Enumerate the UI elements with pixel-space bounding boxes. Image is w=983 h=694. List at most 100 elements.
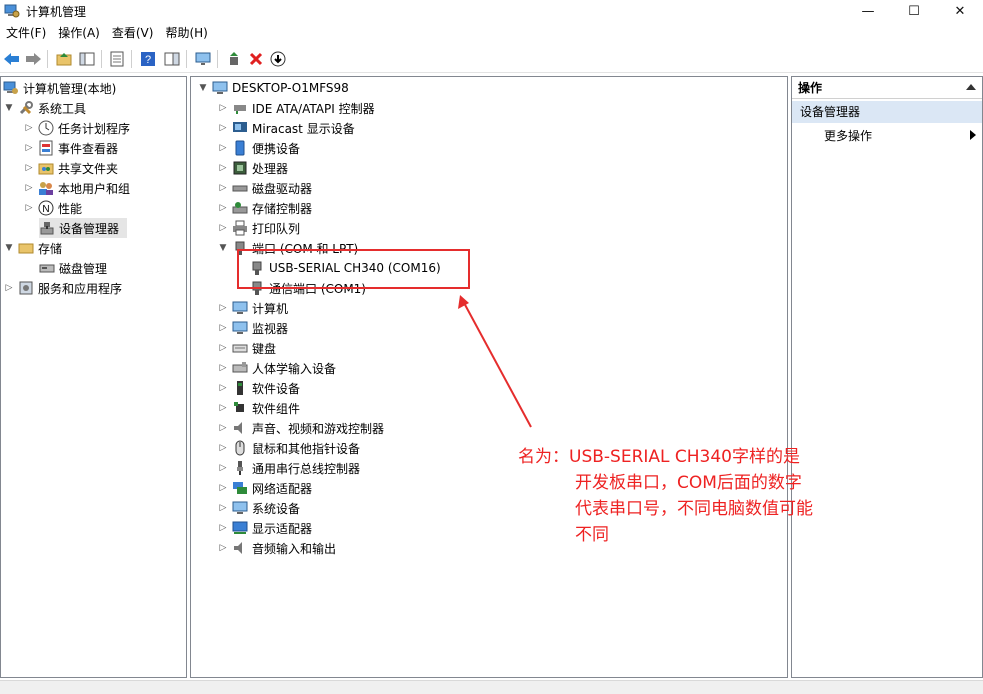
chevron-right-icon[interactable]: ▷ [217, 542, 229, 554]
svg-text:N: N [42, 204, 49, 215]
chevron-right-icon[interactable]: ▷ [217, 122, 229, 134]
usb-icon [237, 461, 243, 475]
device-category[interactable]: ▷ 网络适配器 [217, 478, 312, 498]
device-category-label: 便携设备 [252, 141, 301, 156]
chevron-right-icon[interactable]: ▷ [217, 462, 229, 474]
chevron-right-icon[interactable]: ▷ [217, 142, 229, 154]
device-category[interactable]: ▷ 人体学输入设备 [217, 358, 336, 378]
chevron-right-icon[interactable]: ▷ [217, 182, 229, 194]
device-category[interactable]: ▷ 声音、视频和游戏控制器 [217, 418, 384, 438]
tree-item-services-apps[interactable]: ▷ 服务和应用程序 [3, 278, 122, 298]
chevron-right-icon[interactable]: ▷ [23, 182, 35, 194]
device-category[interactable]: ▷ 鼠标和其他指针设备 [217, 438, 360, 458]
chevron-right-icon[interactable]: ▷ [217, 522, 229, 534]
up-folder-button[interactable] [54, 49, 74, 69]
device-category[interactable]: ▷ 处理器 [217, 158, 288, 178]
chevron-right-icon[interactable]: ▷ [23, 142, 35, 154]
chevron-right-icon[interactable]: ▷ [217, 442, 229, 454]
chevron-right-icon[interactable]: ▷ [217, 162, 229, 174]
software-device-icon [237, 381, 243, 395]
device-category-label: 显示适配器 [252, 521, 313, 536]
chevron-down-icon[interactable]: ▼ [3, 242, 15, 254]
device-category-label: 打印队列 [252, 221, 301, 236]
maximize-button[interactable]: ☐ [891, 0, 937, 22]
chevron-down-icon[interactable]: ▼ [197, 82, 209, 94]
chevron-down-icon[interactable]: ▼ [3, 102, 15, 114]
chevron-right-icon[interactable]: ▷ [23, 202, 35, 214]
tree-item-disk-management[interactable]: 磁盘管理 [39, 258, 107, 278]
scan-hardware-button[interactable] [193, 49, 213, 69]
disable-device-button[interactable] [268, 49, 288, 69]
collapse-up-icon[interactable] [966, 84, 976, 90]
device-category[interactable]: ▷ 便携设备 [217, 138, 300, 158]
tree-item-task-scheduler[interactable]: ▷ 任务计划程序 [23, 118, 130, 138]
device-category[interactable]: ▷ 显示适配器 [217, 518, 312, 538]
tree-item-performance[interactable]: ▷ N 性能 [23, 198, 82, 218]
device-category[interactable]: ▷ 磁盘驱动器 [217, 178, 312, 198]
uninstall-device-button[interactable] [246, 49, 266, 69]
help-button[interactable]: ? [138, 49, 158, 69]
chevron-right-icon[interactable]: ▷ [217, 302, 229, 314]
device-tree-root[interactable]: ▼ DESKTOP-O1MFS98 [197, 78, 349, 98]
chevron-right-icon[interactable]: ▷ [217, 362, 229, 374]
update-driver-button[interactable] [224, 49, 244, 69]
device-category[interactable]: ▷ 监视器 [217, 318, 288, 338]
tree-item-local-users-groups[interactable]: ▷ 本地用户和组 [23, 178, 130, 198]
show-hide-tree-button[interactable] [77, 49, 97, 69]
back-button[interactable] [2, 49, 22, 69]
tree-item-event-viewer[interactable]: ▷ 事件查看器 [23, 138, 118, 158]
device-category[interactable]: ▷ 系统设备 [217, 498, 300, 518]
tree-label: 系统工具 [38, 101, 87, 116]
device-category[interactable]: ▷ 存储控制器 [217, 198, 312, 218]
menu-help[interactable]: 帮助(H) [159, 22, 213, 45]
console-tree-icon [79, 52, 95, 66]
tree-root-computer-management[interactable]: 计算机管理(本地) [3, 78, 116, 98]
chevron-right-icon[interactable]: ▷ [217, 322, 229, 334]
close-button[interactable]: ✕ [937, 0, 983, 22]
tree-item-storage[interactable]: ▼ 存储 [3, 238, 62, 258]
chevron-right-icon[interactable]: ▷ [217, 102, 229, 114]
forward-button[interactable] [23, 49, 43, 69]
more-actions-item[interactable]: 更多操作 [824, 127, 872, 144]
tree-item-shared-folders[interactable]: ▷ 共享文件夹 [23, 158, 118, 178]
device-category[interactable]: ▷ 软件设备 [217, 378, 300, 398]
status-bar [0, 680, 983, 694]
computer-management-icon [4, 4, 20, 18]
chevron-right-icon[interactable]: ▷ [217, 222, 229, 234]
chevron-right-icon[interactable]: ▷ [217, 482, 229, 494]
down-circle-icon [270, 51, 286, 67]
properties-button[interactable] [107, 49, 127, 69]
tree-item-device-manager[interactable]: 设备管理器 [39, 218, 127, 238]
menu-view[interactable]: 查看(V) [106, 22, 160, 45]
device-category[interactable]: ▷ 通用串行总线控制器 [217, 458, 360, 478]
menu-file[interactable]: 文件(F) [0, 22, 52, 45]
actions-section-device-manager[interactable]: 设备管理器 [792, 101, 982, 123]
device-category[interactable]: ▷ 音频输入和输出 [217, 538, 336, 558]
tree-label: 本地用户和组 [58, 181, 131, 196]
device-category[interactable]: ▷ 打印队列 [217, 218, 300, 238]
device-category[interactable]: ▷ Miracast 显示设备 [217, 118, 355, 138]
chevron-down-icon[interactable]: ▼ [217, 242, 229, 254]
device-category[interactable]: ▷ 键盘 [217, 338, 276, 358]
services-icon [19, 281, 33, 295]
tree-item-system-tools[interactable]: ▼ 系统工具 [3, 98, 86, 118]
chevron-right-icon[interactable]: ▷ [217, 342, 229, 354]
clock-icon [38, 120, 54, 136]
chevron-right-icon[interactable]: ▷ [217, 402, 229, 414]
device-category[interactable]: ▷ 软件组件 [217, 398, 300, 418]
minimize-button[interactable]: — [845, 0, 891, 22]
chevron-right-icon[interactable]: ▷ [23, 162, 35, 174]
device-category[interactable]: ▷ IDE ATA/ATAPI 控制器 [217, 98, 375, 118]
chevron-right-icon[interactable]: ▷ [3, 282, 15, 294]
action-pane-button[interactable] [162, 49, 182, 69]
chevron-right-icon[interactable]: ▷ [217, 502, 229, 514]
device-category[interactable]: ▷ 计算机 [217, 298, 288, 318]
mouse-icon [235, 440, 245, 456]
menu-action[interactable]: 操作(A) [52, 22, 106, 45]
chevron-right-icon[interactable]: ▷ [23, 122, 35, 134]
chevron-right-icon[interactable]: ▷ [217, 422, 229, 434]
submenu-arrow-icon[interactable] [970, 130, 976, 140]
chevron-right-icon[interactable]: ▷ [217, 202, 229, 214]
chevron-right-icon[interactable]: ▷ [217, 382, 229, 394]
computer-management-icon [3, 81, 18, 94]
